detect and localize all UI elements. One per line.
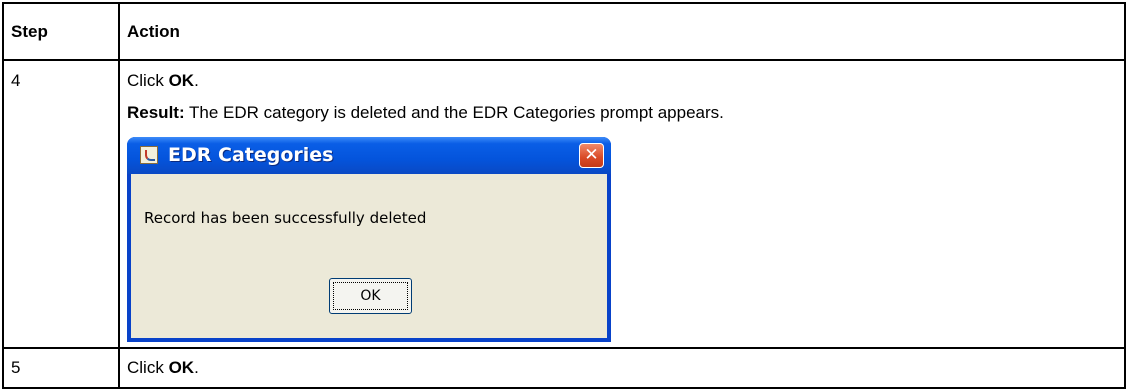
header-action: Action [118,2,1126,61]
action-text: Click OK. [127,71,1117,91]
dialog-titlebar[interactable]: EDR Categories ✕ [127,137,611,174]
ok-button[interactable]: OK [329,278,412,314]
java-cup-icon [140,146,158,164]
dialog-message: Record has been successfully deleted [144,209,427,227]
table-row: 5 Click OK. [2,347,1126,389]
step-number: 5 [2,347,120,389]
table-header-row: Step Action [2,2,1126,61]
result-label: Result: [127,103,185,122]
action-bold: OK [168,358,195,377]
result-text: Result: The EDR category is deleted and … [127,103,1117,123]
table-row: 4 Click OK. Result: The EDR category is … [2,59,1126,349]
action-prefix: Click [127,71,169,90]
dialog-title: EDR Categories [168,144,334,166]
dialog-body: Record has been successfully deleted OK [131,174,607,338]
action-cell: Click OK. Result: The EDR category is de… [118,59,1126,349]
action-cell: Click OK. [118,347,1126,389]
ok-button-label: OK [333,282,408,310]
close-button[interactable]: ✕ [579,143,604,168]
steps-table: Step Action 4 Click OK. Result: The EDR … [2,2,1126,389]
action-prefix: Click [127,358,169,377]
action-suffix: . [194,71,199,90]
action-bold: OK [168,71,195,90]
header-step: Step [2,2,120,61]
edr-categories-dialog: EDR Categories ✕ Record has been success… [127,137,611,342]
step-number: 4 [2,59,120,349]
action-suffix: . [194,358,199,377]
result-body: The EDR category is deleted and the EDR … [184,103,724,122]
